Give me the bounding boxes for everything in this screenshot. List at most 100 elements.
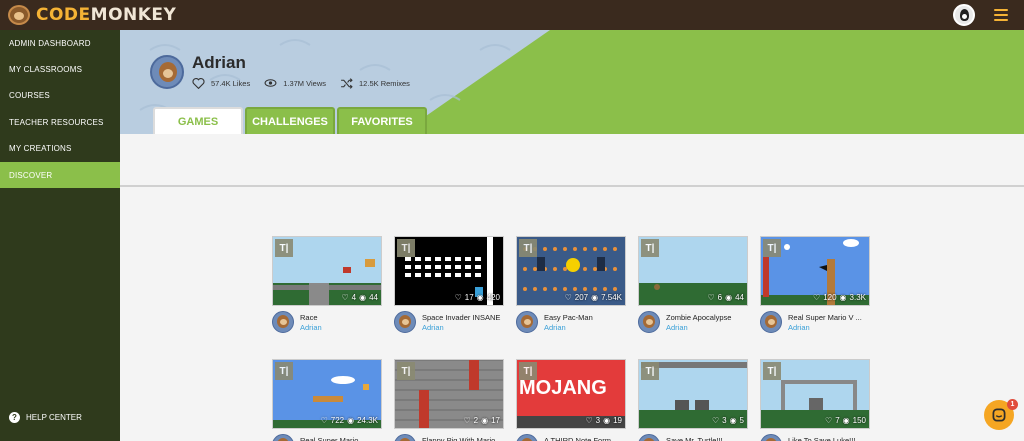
eye-icon	[264, 79, 277, 87]
game-stats: ♡ 7 ◉ 150	[825, 416, 866, 425]
text-mode-icon: T|	[519, 239, 537, 257]
game-thumbnail[interactable]: T| ♡ 120 ◉ 3.3K	[760, 236, 870, 306]
text-mode-icon: T|	[763, 239, 781, 257]
game-likes: 3	[595, 416, 601, 425]
game-likes: 6	[717, 293, 723, 302]
text-mode-icon: T|	[397, 362, 415, 380]
text-mode-icon: T|	[397, 239, 415, 257]
game-likes: 3	[722, 416, 727, 425]
game-likes: 2	[473, 416, 479, 425]
game-title[interactable]: Race	[300, 313, 382, 322]
eye-icon: ◉	[359, 293, 367, 302]
help-center-link[interactable]: ? HELP CENTER	[9, 412, 82, 423]
codemonkey-logo[interactable]: CODEMONKEY	[8, 0, 176, 30]
heart-icon: ♡	[707, 293, 715, 302]
sidebar-item-admin-dashboard[interactable]: ADMIN DASHBOARD	[0, 30, 120, 56]
game-views: 44	[735, 293, 744, 302]
heart-icon: ♡	[813, 293, 821, 302]
game-likes: 120	[823, 293, 837, 302]
heart-icon: ♡	[585, 416, 593, 425]
game-meta: Flappy Pig With Mario ...	[394, 433, 504, 441]
game-meta: Real Super Mario ...	[272, 433, 382, 441]
text-mode-icon: T|	[275, 362, 293, 380]
sidebar: ADMIN DASHBOARD MY CLASSROOMS COURSES TE…	[0, 30, 120, 441]
heart-icon: ♡	[825, 416, 833, 425]
author-avatar[interactable]	[638, 434, 660, 441]
author-avatar[interactable]	[272, 311, 294, 333]
game-title[interactable]: Space Invader INSANE	[422, 313, 504, 322]
game-author[interactable]: Adrian	[422, 323, 444, 332]
help-icon: ?	[9, 412, 20, 423]
game-thumbnail[interactable]: T| ♡ 207 ◉ 7.54K	[516, 236, 626, 306]
game-author[interactable]: Adrian	[544, 323, 566, 332]
game-thumbnail[interactable]: MOJANG T| ♡ 3 ◉ 19	[516, 359, 626, 429]
author-avatar[interactable]	[760, 434, 782, 441]
game-meta: Race Adrian	[272, 310, 382, 336]
heart-icon	[192, 78, 205, 89]
game-author[interactable]: Adrian	[788, 323, 810, 332]
heart-icon: ♡	[454, 293, 462, 302]
eye-icon: ◉	[729, 416, 737, 425]
user-avatar[interactable]	[953, 4, 975, 26]
chat-notification-badge: 1	[1007, 399, 1018, 410]
game-thumbnail[interactable]: T| ♡ 7 ◉ 150	[760, 359, 870, 429]
profile-avatar	[150, 55, 184, 89]
game-title[interactable]: Save Mr. Turtle!!! ...	[666, 436, 748, 441]
game-likes: 17	[464, 293, 474, 302]
author-avatar[interactable]	[272, 434, 294, 441]
author-avatar[interactable]	[394, 434, 416, 441]
likes-stat: 57.4K Likes	[192, 77, 250, 89]
author-avatar[interactable]	[516, 311, 538, 333]
tab-games[interactable]: GAMES	[153, 107, 243, 134]
game-likes: 7	[835, 416, 840, 425]
eye-icon: ◉	[476, 293, 484, 302]
sidebar-item-discover[interactable]: DISCOVER	[0, 161, 120, 189]
game-meta: Save Mr. Turtle!!! ...	[638, 433, 748, 441]
game-title[interactable]: Flappy Pig With Mario ...	[422, 436, 504, 441]
likes-count: 57.4K Likes	[211, 78, 251, 88]
game-views: 420	[486, 293, 500, 302]
game-stats: ♡ 4 ◉ 44	[341, 293, 378, 302]
game-title[interactable]: Like To Save Luke!!! ...	[788, 436, 870, 441]
author-avatar[interactable]	[638, 311, 660, 333]
game-stats: ♡ 722 ◉ 24.3K	[321, 416, 378, 425]
game-thumbnail[interactable]: T| ♡ 3 ◉ 5	[638, 359, 748, 429]
profile-name: Adrian	[192, 53, 246, 72]
game-thumbnail[interactable]: T| ♡ 17 ◉ 420	[394, 236, 504, 306]
views-stat: 1.37M Views	[264, 78, 326, 88]
tab-favorites[interactable]: FAVORITES	[337, 107, 427, 134]
author-avatar[interactable]	[394, 311, 416, 333]
game-title[interactable]: Real Super Mario ...	[300, 436, 382, 441]
sidebar-item-my-creations[interactable]: MY CREATIONS	[0, 136, 120, 162]
author-avatar[interactable]	[516, 434, 538, 441]
sidebar-item-my-classrooms[interactable]: MY CLASSROOMS	[0, 56, 120, 82]
game-stats: ♡ 6 ◉ 44	[707, 293, 744, 302]
game-title[interactable]: Zombie Apocalypse	[666, 313, 748, 322]
game-thumbnail[interactable]: T| ♡ 722 ◉ 24.3K	[272, 359, 382, 429]
game-title[interactable]: Real Super Mario V ...	[788, 313, 870, 322]
game-meta: A THIRD Note Form ...	[516, 433, 626, 441]
help-center-label: HELP CENTER	[26, 413, 82, 422]
shuffle-icon	[341, 77, 353, 89]
game-views: 3.3K	[849, 293, 866, 302]
heart-icon: ♡	[564, 293, 572, 302]
game-thumbnail[interactable]: T| ♡ 6 ◉ 44	[638, 236, 748, 306]
game-views: 44	[369, 293, 378, 302]
text-mode-icon: T|	[763, 362, 781, 380]
eye-icon: ◉	[842, 416, 850, 425]
game-stats: ♡ 3 ◉ 5	[712, 416, 744, 425]
heart-icon: ♡	[463, 416, 471, 425]
game-thumbnail[interactable]: T| ♡ 4 ◉ 44	[272, 236, 382, 306]
hamburger-menu-icon[interactable]	[994, 9, 1008, 21]
author-avatar[interactable]	[760, 311, 782, 333]
game-title[interactable]: Easy Pac-Man	[544, 313, 626, 322]
game-author[interactable]: Adrian	[666, 323, 688, 332]
tab-challenges[interactable]: CHALLENGES	[245, 107, 335, 134]
sidebar-item-teacher-resources[interactable]: TEACHER RESOURCES	[0, 109, 120, 135]
text-mode-icon: T|	[519, 362, 537, 380]
game-meta: Like To Save Luke!!! ...	[760, 433, 870, 441]
game-title[interactable]: A THIRD Note Form ...	[544, 436, 626, 441]
game-thumbnail[interactable]: T| ♡ 2 ◉ 17	[394, 359, 504, 429]
game-author[interactable]: Adrian	[300, 323, 322, 332]
sidebar-item-courses[interactable]: COURSES	[0, 83, 120, 109]
